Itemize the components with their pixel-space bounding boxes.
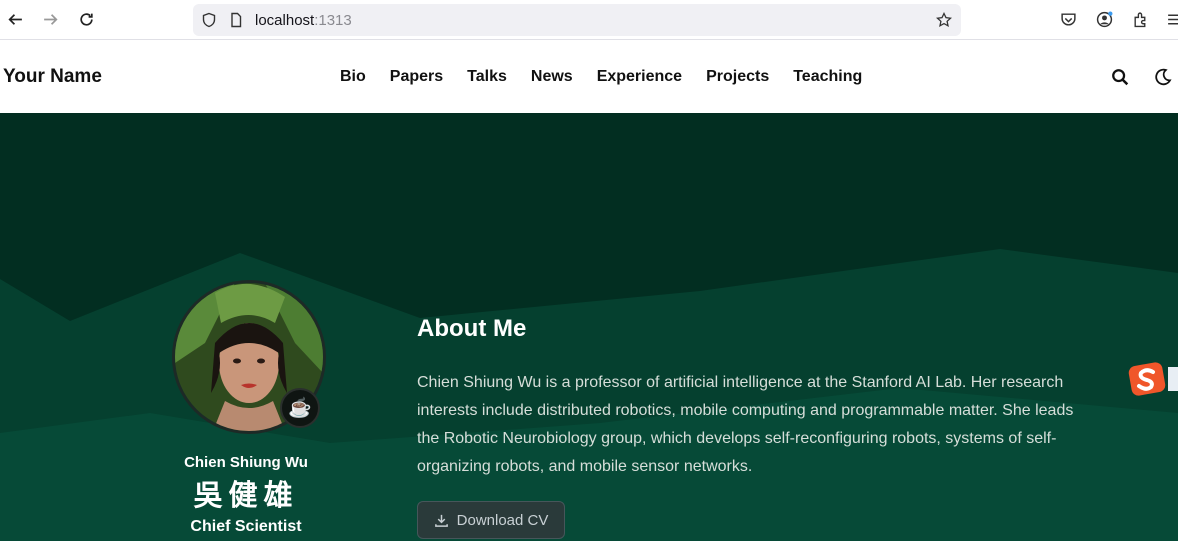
nav-teaching[interactable]: Teaching <box>793 68 862 86</box>
bookmark-star-icon[interactable] <box>935 11 953 29</box>
nav-news[interactable]: News <box>531 68 573 86</box>
nav-papers[interactable]: Papers <box>390 68 443 86</box>
page-icon <box>227 11 245 29</box>
reload-icon[interactable] <box>74 7 98 31</box>
status-emoji-badge: ☕ <box>280 388 320 428</box>
account-icon[interactable] <box>1092 7 1116 31</box>
url-text[interactable]: localhost:1313 <box>255 12 352 29</box>
shield-icon[interactable] <box>200 11 218 29</box>
search-icon[interactable] <box>1109 66 1131 88</box>
about-title: About Me <box>417 315 527 342</box>
browser-toolbar: localhost:1313 <box>0 0 1178 40</box>
nav-projects[interactable]: Projects <box>706 68 769 86</box>
site-header: Your Name Bio Papers Talks News Experien… <box>0 40 1178 113</box>
nav-experience[interactable]: Experience <box>597 68 682 86</box>
nav-talks[interactable]: Talks <box>467 68 507 86</box>
pocket-icon[interactable] <box>1056 7 1080 31</box>
site-brand[interactable]: Your Name <box>3 66 102 88</box>
download-icon <box>434 514 448 527</box>
url-bar[interactable]: localhost:1313 <box>193 4 961 36</box>
profile-avatar-wrap: ☕ <box>172 280 326 434</box>
download-cv-label: Download CV <box>456 511 549 529</box>
nav-bio[interactable]: Bio <box>340 68 366 86</box>
url-port: :1313 <box>314 12 352 29</box>
hero-section: ☕ Chien Shiung Wu 吳健雄 Chief Scientist Ab… <box>0 113 1178 541</box>
main-nav: Bio Papers Talks News Experience Project… <box>340 68 886 86</box>
sogou-ime-icon[interactable] <box>1128 359 1178 399</box>
forward-arrow-icon[interactable] <box>38 7 62 31</box>
profile-role: Chief Scientist <box>190 518 302 535</box>
profile-name: Chien Shiung Wu <box>184 454 308 471</box>
url-host: localhost <box>255 12 315 29</box>
download-cv-button[interactable]: Download CV <box>417 501 565 539</box>
extensions-icon[interactable] <box>1128 7 1152 31</box>
back-arrow-icon[interactable] <box>3 7 27 31</box>
menu-icon[interactable] <box>1162 7 1178 31</box>
profile-name-cjk: 吳健雄 <box>193 478 299 512</box>
moon-icon[interactable] <box>1152 66 1174 88</box>
about-body: Chien Shiung Wu is a professor of artifi… <box>417 374 1074 475</box>
